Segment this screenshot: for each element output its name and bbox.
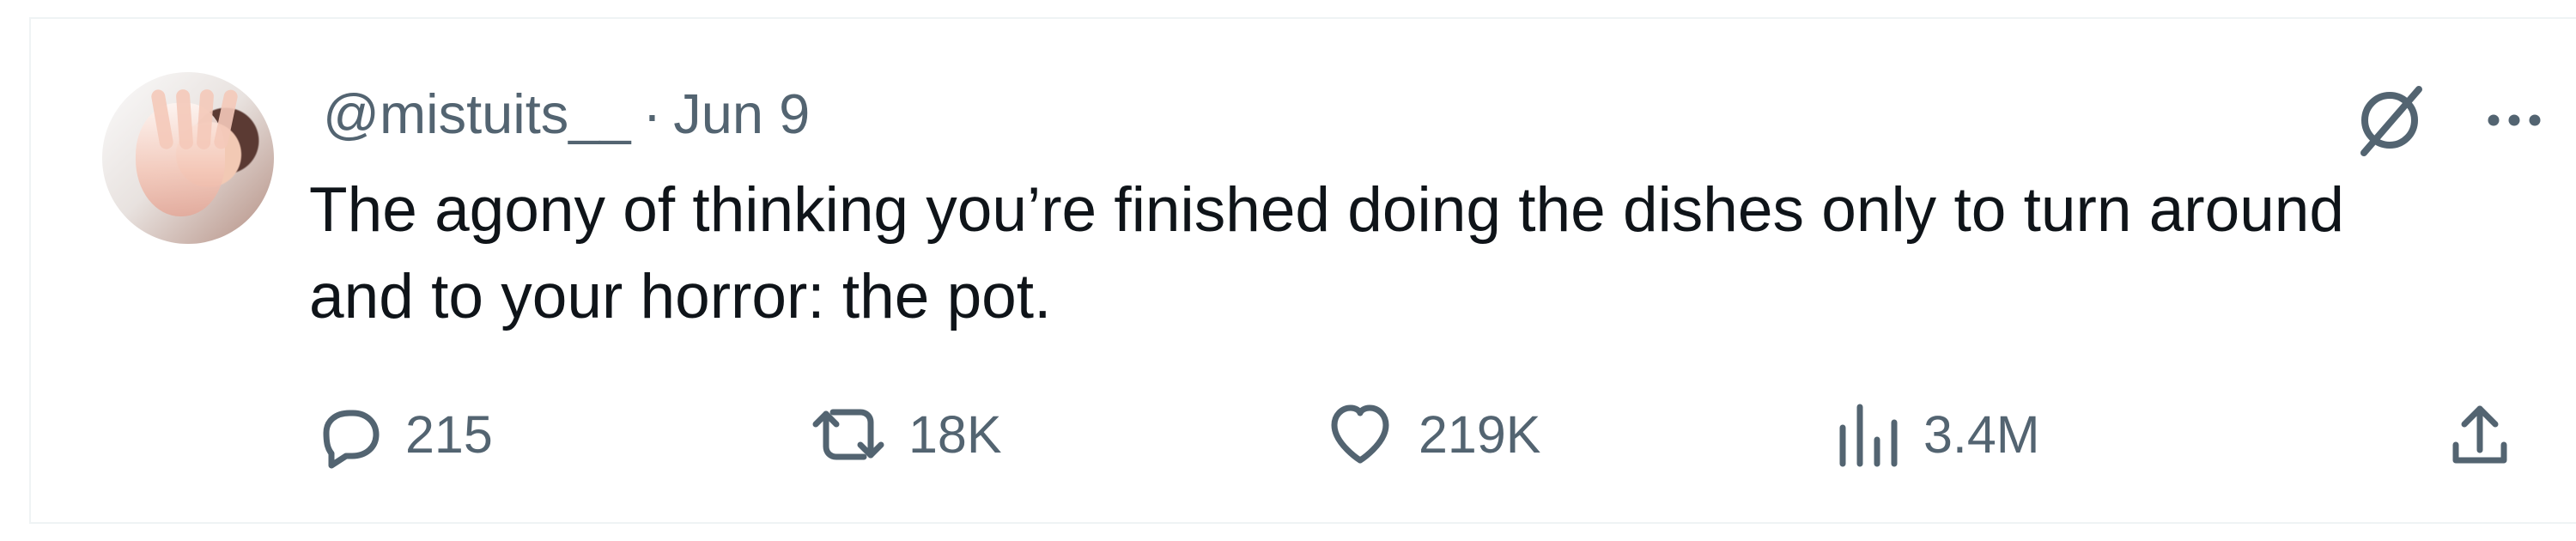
grok-icon: [2360, 86, 2422, 156]
repost-button[interactable]: 18K: [809, 397, 1002, 472]
reply-count: 215: [405, 405, 493, 464]
tweet-top-actions: [2351, 82, 2552, 158]
grok-button[interactable]: [2351, 82, 2427, 158]
share-icon: [2452, 405, 2507, 464]
views-icon: [1839, 404, 1898, 467]
header-separator: ·: [642, 82, 662, 145]
more-icon: [2488, 114, 2541, 126]
reply-icon: [323, 410, 380, 469]
user-handle[interactable]: @mistuits__: [323, 82, 631, 146]
share-button[interactable]: [2442, 397, 2518, 472]
tweet-header: @mistuits__ · Jun 9: [323, 79, 810, 148]
tweet-actions: 215 18K 219K 3.4M: [309, 397, 2507, 472]
tweet-date[interactable]: Jun 9: [673, 82, 810, 146]
views-count: 3.4M: [1923, 405, 2040, 464]
reply-button[interactable]: 215: [309, 397, 493, 472]
more-button[interactable]: [2476, 82, 2552, 158]
repost-count: 18K: [908, 405, 1002, 464]
tweet-text: The agony of thinking you’re finished do…: [309, 175, 2345, 331]
like-button[interactable]: 219K: [1322, 397, 1540, 472]
avatar-finger: [212, 88, 240, 150]
avatar[interactable]: [102, 72, 274, 244]
heart-icon: [1331, 404, 1389, 464]
views-button[interactable]: 3.4M: [1827, 397, 2040, 472]
repost-icon: [812, 409, 884, 460]
like-count: 219K: [1419, 405, 1541, 464]
